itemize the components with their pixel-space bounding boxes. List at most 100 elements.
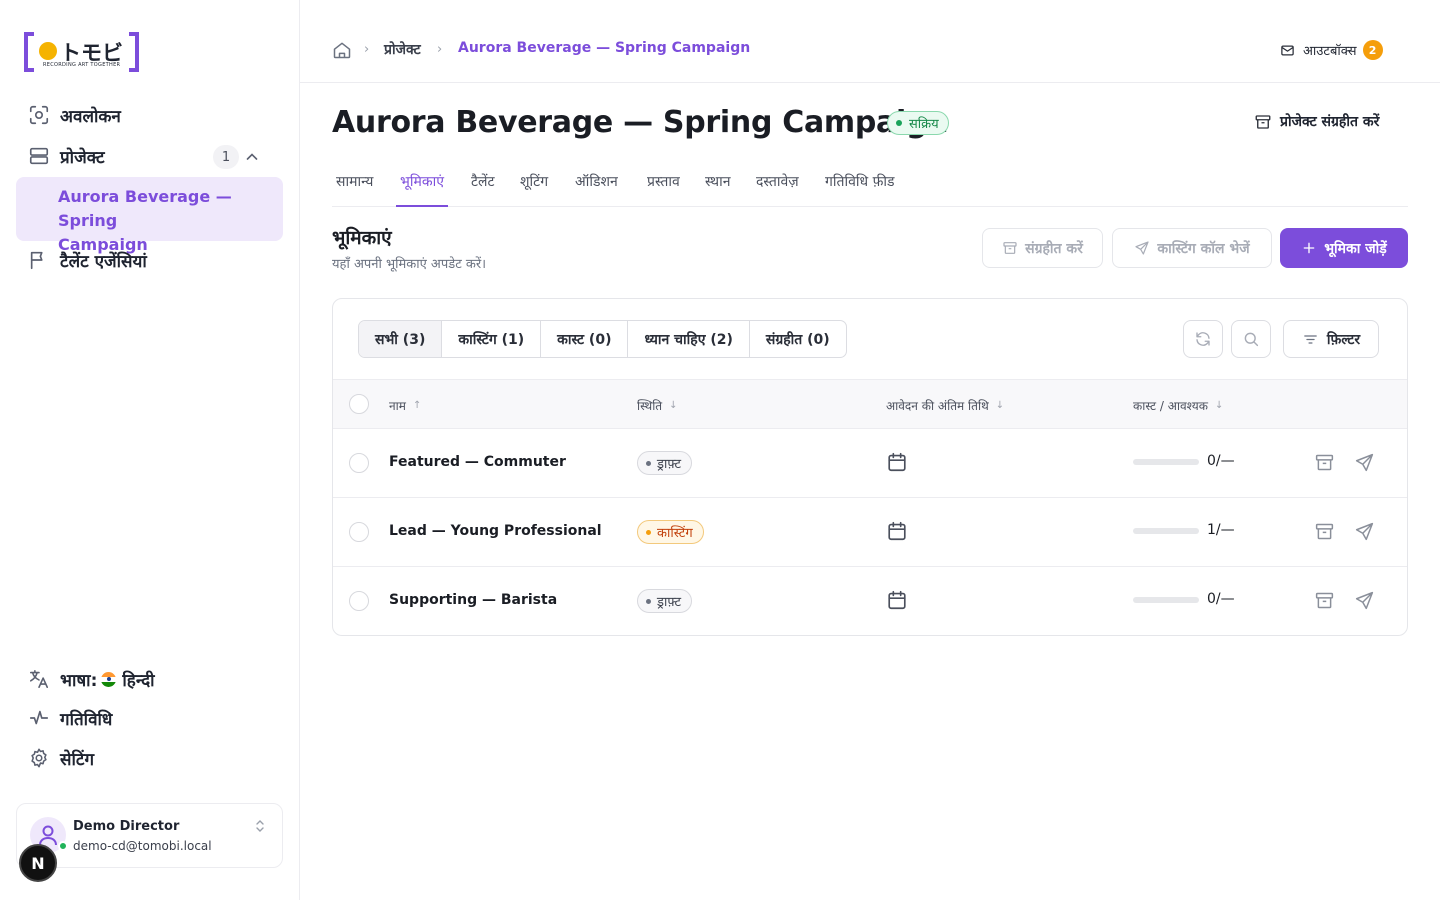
archive-icon	[1315, 523, 1334, 540]
column-header-name[interactable]: नाम ↑	[389, 397, 421, 414]
tab-general[interactable]: सामान्य	[332, 172, 377, 207]
tab-locations[interactable]: स्थान	[701, 172, 735, 207]
filter-tab-cast[interactable]: कास्ट (0)	[541, 321, 629, 357]
tab-documents[interactable]: दस्तावेज़	[752, 172, 803, 207]
row-checkbox[interactable]	[349, 591, 369, 611]
archive-role-button[interactable]	[1314, 590, 1335, 611]
section-title: भूमिकाएं	[332, 227, 392, 249]
send-icon	[1135, 241, 1149, 255]
sidebar-item-activity[interactable]: गतिविधि	[28, 706, 112, 730]
sidebar-item-label: अवलोकन	[60, 106, 121, 127]
mail-icon	[1281, 45, 1294, 55]
column-header-label: नाम	[389, 399, 406, 413]
breadcrumb-current[interactable]: Aurora Beverage — Spring Campaign	[458, 40, 750, 56]
refresh-icon	[1196, 332, 1210, 346]
status-badge: सक्रिय	[887, 111, 949, 135]
refresh-button[interactable]	[1183, 320, 1223, 358]
cast-progress-text: 0/—	[1207, 591, 1235, 607]
logo-tagline: RECORDING ART TOGETHER	[43, 62, 121, 68]
sidebar-item-projects[interactable]: प्रोजेक्ट	[28, 144, 105, 168]
row-checkbox[interactable]	[349, 522, 369, 542]
dev-tools-badge[interactable]: N	[19, 844, 57, 882]
plus-icon	[1303, 242, 1315, 254]
send-casting-call-row-button[interactable]	[1354, 590, 1375, 611]
archive-icon	[1315, 592, 1334, 609]
outbox-button[interactable]: आउटबॉक्स 2	[1280, 40, 1383, 60]
row-checkbox[interactable]	[349, 453, 369, 473]
filter-lines-icon	[1304, 334, 1317, 344]
cast-progress-bar	[1133, 459, 1199, 465]
home-icon[interactable]	[332, 40, 352, 60]
send-casting-call-row-button[interactable]	[1354, 521, 1375, 542]
role-name[interactable]: Lead — Young Professional	[389, 523, 602, 539]
send-icon	[1355, 522, 1374, 541]
archive-role-button[interactable]	[1314, 452, 1335, 473]
folder-stack-icon	[28, 145, 50, 167]
active-project-line1: Aurora Beverage — Spring	[58, 187, 232, 230]
chevron-up-down-icon	[256, 820, 264, 832]
send-icon	[1355, 453, 1374, 472]
role-name[interactable]: Supporting — Barista	[389, 592, 557, 608]
status-badge: कास्टिंग	[637, 520, 704, 544]
outbox-count-badge: 2	[1362, 40, 1383, 60]
filter-tab-needs-attention[interactable]: ध्यान चाहिए (2)	[628, 321, 750, 357]
column-header-label: स्थिति	[637, 399, 663, 413]
sidebar-item-label: प्रोजेक्ट	[60, 147, 105, 168]
select-all-checkbox[interactable]	[349, 394, 369, 414]
sidebar-item-overview[interactable]: अवलोकन	[28, 103, 121, 127]
table-row[interactable]: Lead — Young Professional कास्टिंग 1/—	[333, 498, 1407, 567]
user-name: Demo Director	[73, 819, 180, 834]
column-header-cast[interactable]: कास्ट / आवश्यक ↓	[1133, 397, 1223, 414]
add-role-label: भूमिका जोड़ें	[1324, 240, 1387, 257]
search-button[interactable]	[1231, 320, 1271, 358]
filter-button[interactable]: फ़िल्टर	[1283, 320, 1379, 358]
sidebar-item-label: सेटिंग	[60, 749, 95, 770]
send-casting-call-row-button[interactable]	[1354, 452, 1375, 473]
gear-icon	[28, 747, 50, 769]
archive-roles-button[interactable]: संग्रहीत करें	[982, 228, 1103, 268]
sidebar-item-active-project[interactable]: Aurora Beverage — Spring Campaign	[16, 177, 283, 254]
search-icon	[1244, 332, 1259, 347]
activity-icon	[28, 707, 50, 729]
tab-audition[interactable]: ऑडिशन	[571, 172, 622, 207]
cast-progress-text: 1/—	[1207, 522, 1235, 538]
tab-shooting[interactable]: शूटिंग	[516, 172, 552, 207]
projects-count-badge: 1	[213, 145, 239, 169]
tab-proposals[interactable]: प्रस्ताव	[643, 172, 684, 207]
breadcrumb-separator-icon: ›	[364, 42, 370, 57]
filter-tab-archived[interactable]: संग्रहीत (0)	[750, 321, 846, 357]
sidebar-item-language[interactable]: भाषा: हिन्दी	[28, 667, 155, 691]
online-status-dot	[58, 841, 68, 851]
app-logo[interactable]: トモビ RECORDING ART TOGETHER	[24, 32, 139, 72]
sidebar-item-agencies[interactable]: टैलेंट एजेंसियां	[28, 248, 147, 272]
breadcrumb-projects[interactable]: प्रोजेक्ट	[384, 40, 421, 59]
table-row[interactable]: Featured — Commuter ड्राफ़्ट 0/—	[333, 429, 1407, 498]
filter-tab-casting[interactable]: कास्टिंग (1)	[442, 321, 542, 357]
column-header-label: कास्ट / आवश्यक	[1133, 399, 1208, 413]
status-badge-label: सक्रिय	[909, 117, 939, 132]
tab-activity-feed[interactable]: गतिविधि फ़ीड	[821, 172, 899, 207]
role-name[interactable]: Featured — Commuter	[389, 454, 566, 470]
sidebar-item-settings[interactable]: सेटिंग	[28, 746, 94, 770]
column-header-deadline[interactable]: आवेदन की अंतिम तिथि ↓	[886, 397, 1004, 414]
sort-icon: ↓	[1214, 400, 1224, 411]
archive-role-button[interactable]	[1314, 521, 1335, 542]
chevron-up-icon[interactable]	[244, 149, 260, 165]
archive-project-button[interactable]: प्रोजेक्ट संग्रहीत करें	[1254, 112, 1379, 131]
tab-roles[interactable]: भूमिकाएं	[396, 172, 448, 207]
table-row[interactable]: Supporting — Barista ड्राफ़्ट 0/—	[333, 567, 1407, 635]
status-dot	[896, 120, 902, 126]
status-badge-label: ड्राफ़्ट	[657, 457, 681, 472]
filter-tab-all[interactable]: सभी (3)	[359, 321, 443, 357]
calendar-icon[interactable]	[886, 451, 908, 473]
calendar-icon[interactable]	[886, 589, 908, 611]
sort-ascending-icon: ↑	[412, 400, 422, 411]
status-badge-label: कास्टिंग	[657, 526, 693, 541]
send-casting-call-button[interactable]: कास्टिंग कॉल भेजें	[1112, 228, 1272, 268]
column-header-status[interactable]: स्थिति ↓	[637, 397, 678, 414]
tab-talent[interactable]: टैलेंट	[467, 172, 499, 207]
archive-project-label: प्रोजेक्ट संग्रहीत करें	[1280, 114, 1380, 130]
calendar-icon[interactable]	[886, 520, 908, 542]
sort-icon: ↓	[669, 400, 678, 411]
add-role-button[interactable]: भूमिका जोड़ें	[1280, 228, 1408, 268]
